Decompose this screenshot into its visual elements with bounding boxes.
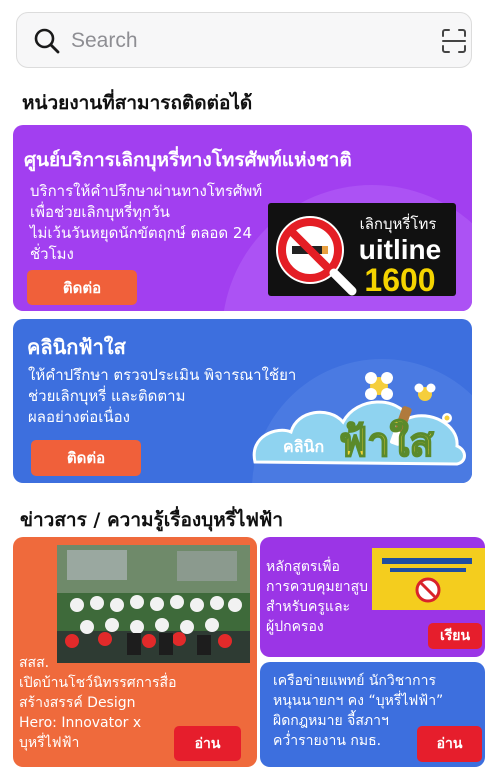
quitline-1600-logo: เลิกบุหรี่โทร uitline 1600	[268, 203, 456, 296]
svg-text:คลินิก: คลินิก	[283, 437, 324, 456]
news-card-doctors-network[interactable]: เครือข่ายแพทย์ นักวิชาการ หนุนนายกฯ คง “…	[260, 662, 485, 767]
search-icon	[34, 28, 60, 54]
news-headline: หลักสูตรเพื่อ การควบคุมยาสูบ สำหรับครูแล…	[266, 559, 369, 635]
news-photo	[57, 545, 250, 663]
agency-title: คลินิกฟ้าใส	[27, 335, 126, 359]
svg-text:เลิกบุหรี่โทร: เลิกบุหรี่โทร	[360, 213, 437, 234]
search-bar[interactable]	[16, 12, 472, 68]
section-title-news: ข่าวสาร / ความรู้เรื่องบุหรี่ไฟฟ้า	[20, 509, 284, 531]
section-title-agencies: หน่วยงานที่สามารถติดต่อได้	[22, 92, 253, 114]
learn-button[interactable]: เรียน	[428, 623, 482, 649]
fahsai-clinic-logo: คลินิก ฟ้าใส	[252, 372, 466, 467]
course-thumbnail	[372, 548, 485, 610]
read-button[interactable]: อ่าน	[417, 726, 482, 762]
svg-text:uitline: uitline	[359, 234, 441, 265]
contact-button[interactable]: ติดต่อ	[27, 270, 137, 305]
scan-icon[interactable]	[441, 28, 467, 54]
svg-text:1600: 1600	[364, 262, 435, 296]
agency-description: บริการให้คำปรึกษาผ่านทางโทรศัพท์ เพื่อช่…	[30, 182, 263, 263]
news-card-design-hero[interactable]: สสส. เปิดบ้านโชว์นิทรรศการสื่อ สร้างสรรค…	[13, 537, 257, 767]
news-headline: สสส. เปิดบ้านโชว์นิทรรศการสื่อ สร้างสรรค…	[19, 655, 177, 751]
read-button[interactable]: อ่าน	[174, 726, 241, 761]
svg-text:ฟ้าใส: ฟ้าใส	[339, 419, 434, 466]
search-input[interactable]	[71, 23, 411, 59]
contact-button[interactable]: ติดต่อ	[31, 440, 141, 476]
agency-title: ศูนย์บริการเลิกบุหรี่ทางโทรศัพท์แห่งชาติ	[24, 149, 352, 171]
news-card-course[interactable]: หลักสูตรเพื่อ การควบคุมยาสูบ สำหรับครูแล…	[260, 537, 485, 657]
